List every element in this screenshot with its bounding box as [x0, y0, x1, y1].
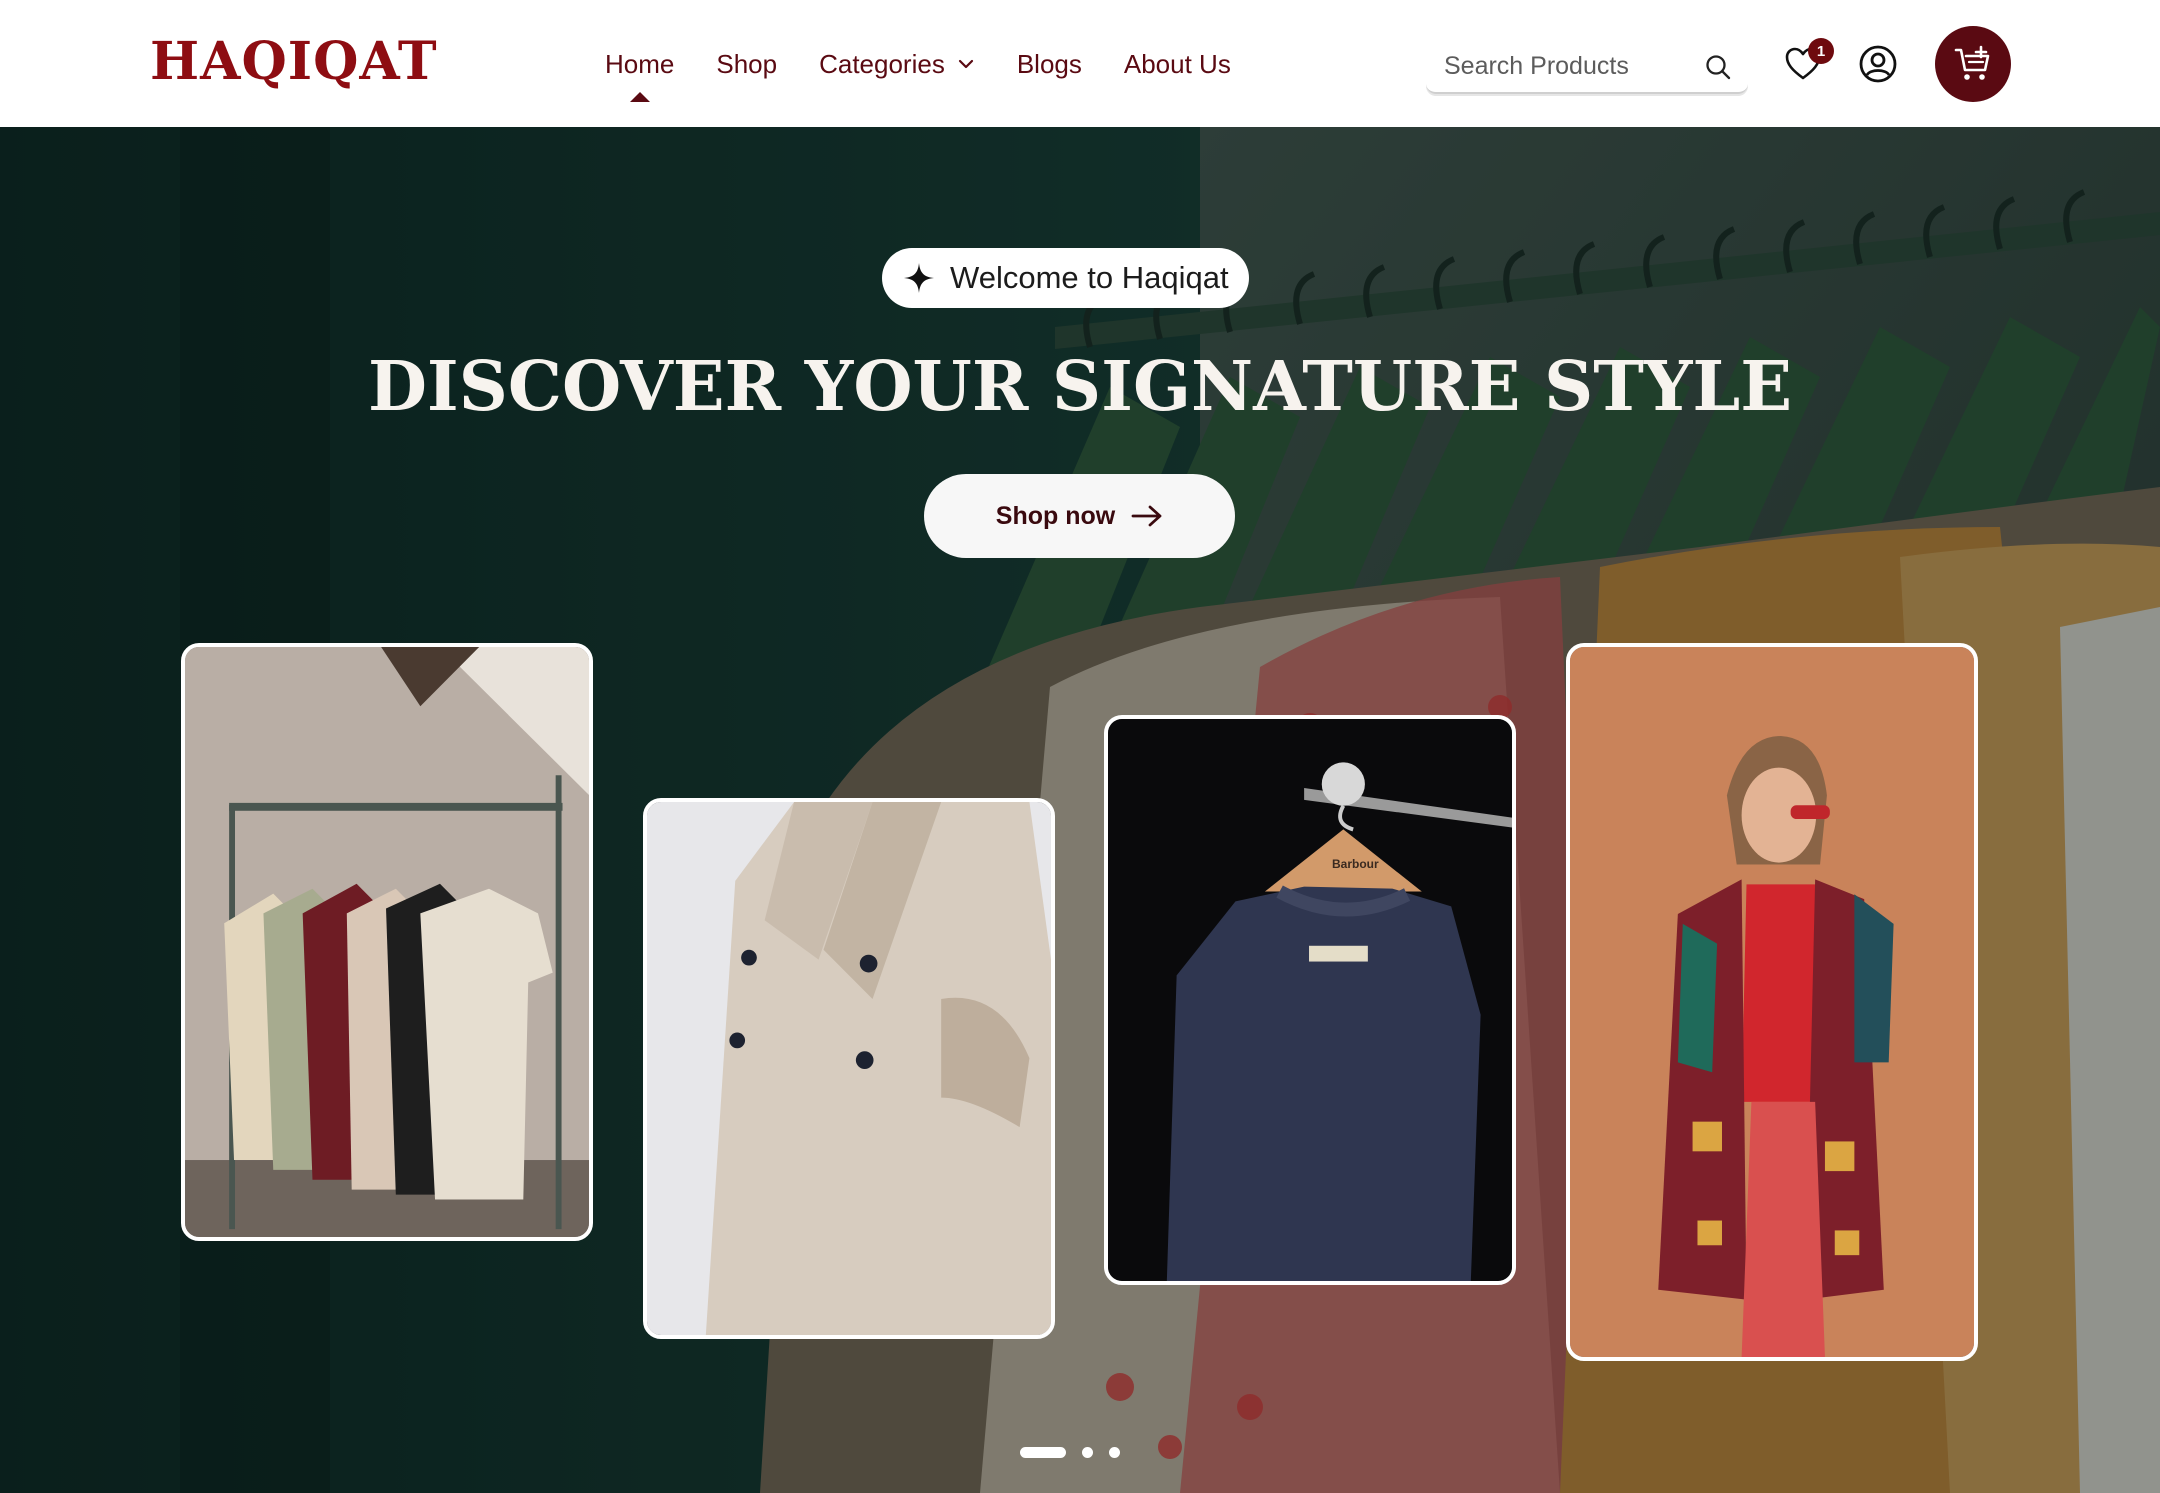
nav-shop-label: Shop — [716, 48, 778, 79]
welcome-text: Welcome to Haqiqat — [950, 260, 1229, 295]
nav-categories[interactable]: Categories — [819, 49, 975, 80]
product-card-sweater[interactable]: Barbour — [1104, 715, 1516, 1285]
nav-categories-label: Categories — [819, 48, 945, 79]
wishlist-count-badge: 1 — [1808, 38, 1834, 64]
nav-blogs-label: Blogs — [1016, 48, 1082, 79]
model-jacket-image — [1570, 647, 1974, 1357]
brand-logo[interactable]: HAQIQAT — [150, 30, 438, 94]
nav-home[interactable]: Home — [605, 49, 674, 80]
chevron-down-icon — [958, 59, 973, 69]
carousel-dot-3[interactable] — [1109, 1447, 1120, 1458]
hero-title: DISCOVER YOUR SIGNATURE STYLE — [367, 347, 1793, 427]
sweater-brand-label: Barbour — [1332, 857, 1379, 871]
user-icon[interactable] — [1858, 44, 1898, 84]
search-input[interactable] — [1444, 51, 1684, 81]
carousel-dot-1[interactable] — [1020, 1447, 1066, 1458]
nav-shop[interactable]: Shop — [716, 49, 777, 80]
nav-home-label: Home — [605, 48, 675, 79]
shop-now-button[interactable]: Shop now — [924, 474, 1235, 558]
nav-about-us[interactable]: About Us — [1124, 49, 1231, 80]
tshirts-rack-image — [185, 647, 589, 1237]
main-nav: Home Shop Categories Blogs About Us — [605, 44, 1273, 84]
shop-now-label: Shop now — [995, 501, 1116, 530]
cart-button[interactable] — [1935, 26, 2011, 102]
hero-banner: Welcome to Haqiqat DISCOVER YOUR SIGNATU… — [0, 127, 2160, 1493]
nav-blogs[interactable]: Blogs — [1017, 49, 1082, 80]
carousel-dot-2[interactable] — [1082, 1447, 1093, 1458]
product-card-coat[interactable] — [643, 798, 1055, 1339]
product-card-tshirts[interactable] — [181, 643, 593, 1241]
product-card-jacket[interactable] — [1566, 643, 1978, 1361]
cart-add-icon — [1954, 45, 1990, 80]
arrow-right-icon — [1131, 505, 1162, 527]
site-header: HAQIQAT Home Shop Categories Blogs About… — [0, 0, 2160, 127]
search-icon[interactable] — [1704, 53, 1732, 81]
welcome-pill: Welcome to Haqiqat — [882, 248, 1249, 308]
nav-about-us-label: About Us — [1123, 48, 1231, 79]
sparkle-icon — [904, 263, 934, 293]
sweater-image — [1108, 719, 1512, 1281]
coat-image — [647, 802, 1051, 1335]
carousel-dots — [1020, 1447, 1120, 1458]
search-box — [1426, 40, 1748, 94]
